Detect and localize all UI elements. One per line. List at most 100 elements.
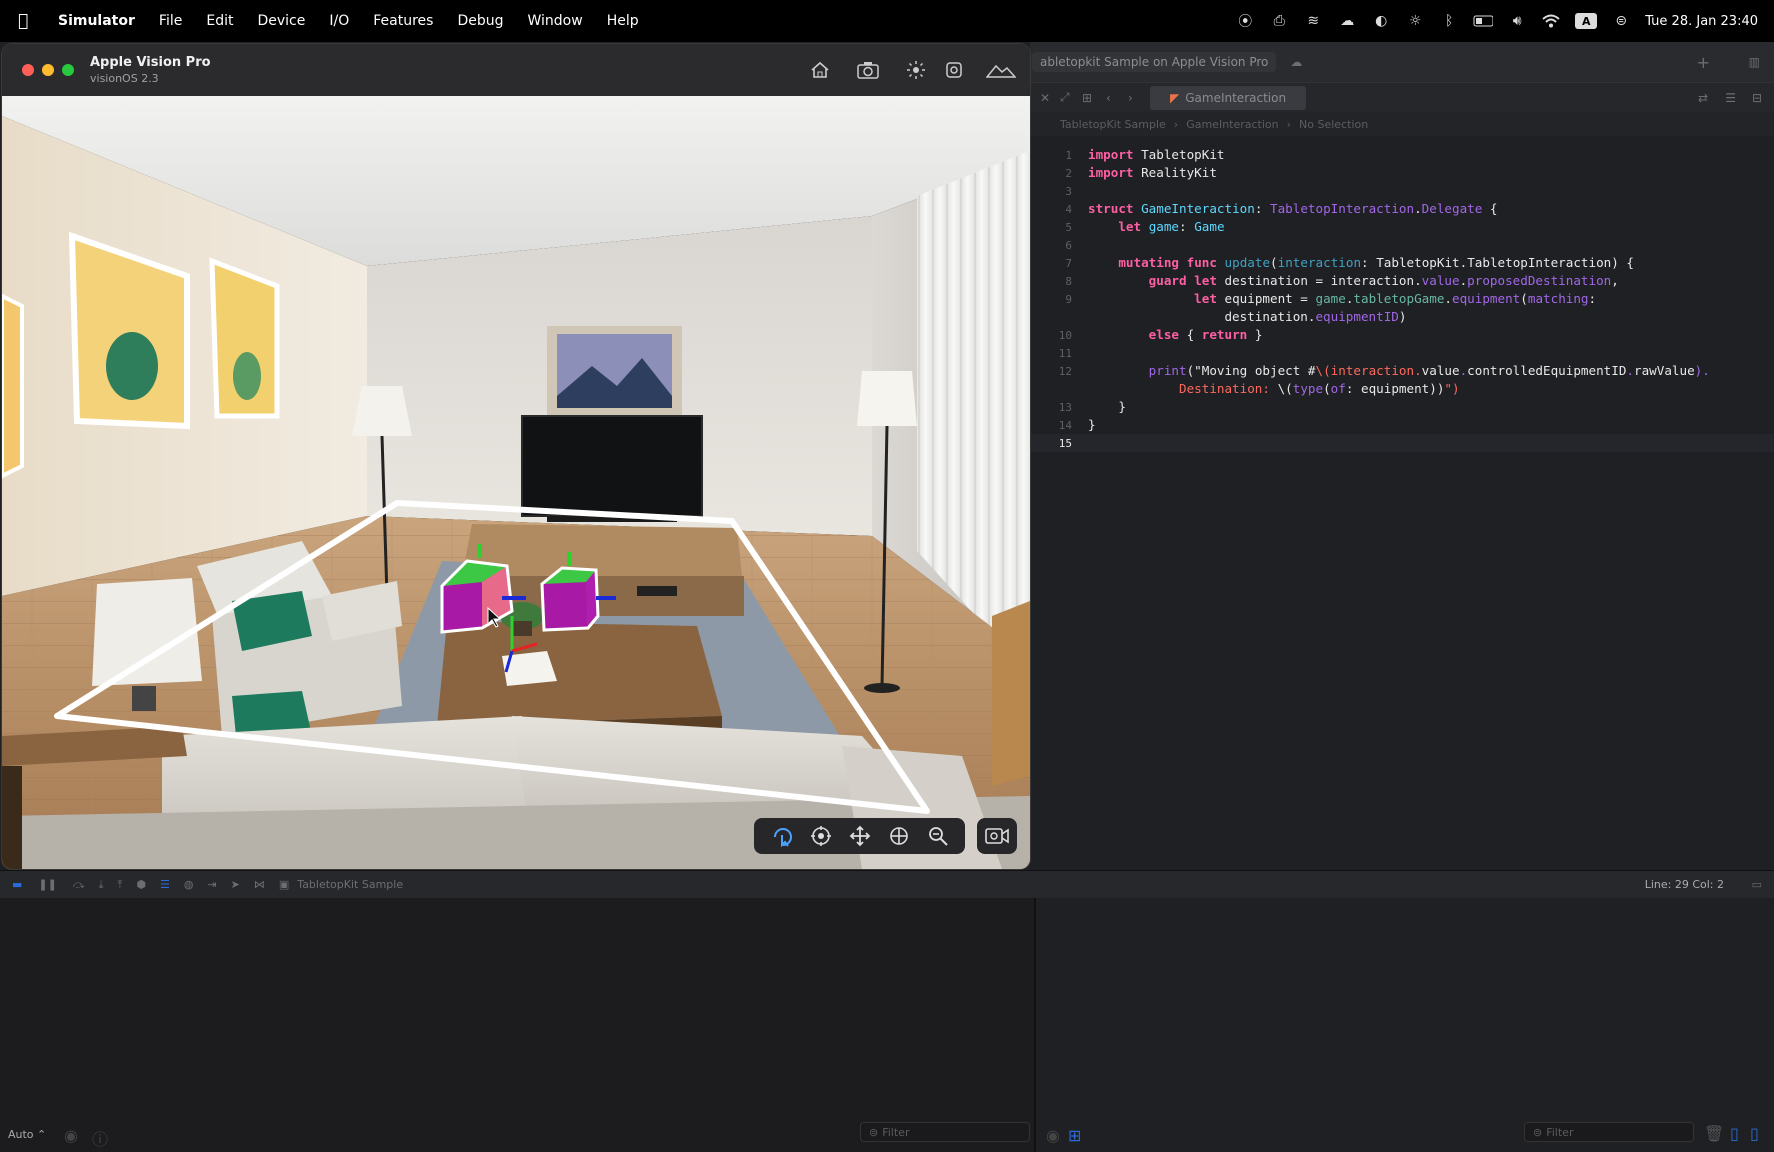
apple-menu-icon[interactable]:  — [18, 11, 44, 31]
code-line[interactable]: 9 let equipment = game.tabletopGame.equi… — [1030, 290, 1774, 308]
code-line[interactable]: 11 — [1030, 344, 1774, 362]
breadcrumb-separator-icon: › — [1286, 117, 1292, 131]
menu-device[interactable]: Device — [257, 13, 305, 29]
code-line[interactable]: 10 else { return } — [1030, 326, 1774, 344]
brightness-icon[interactable]: ☼ — [1405, 12, 1425, 30]
add-tab-icon[interactable]: + — [1697, 53, 1710, 72]
select-tap-icon[interactable] — [769, 823, 795, 849]
editor-options-icon[interactable]: ☰ — [1725, 91, 1736, 105]
code-line-wrap[interactable]: destination.equipmentID) — [1030, 308, 1774, 326]
step-over-icon[interactable]: ⤼ — [73, 878, 85, 892]
code-line-current[interactable]: 15 — [1030, 434, 1774, 452]
trash-icon[interactable]: 🗑︎ — [1704, 1124, 1724, 1143]
console-view[interactable]: ◉ ⊞ ⊜ Filter 🗑︎ ▯ ▯ — [1038, 898, 1774, 1152]
environment-light-icon[interactable] — [904, 58, 928, 82]
inspector-toggle-icon[interactable]: ▥ — [1749, 55, 1760, 69]
menu-file[interactable]: File — [159, 13, 182, 29]
location-icon[interactable]: ➤ — [231, 878, 240, 891]
variables-filter-placeholder: Filter — [882, 1125, 910, 1139]
forward-chevron-icon[interactable]: › — [1128, 91, 1133, 105]
scheme-label: TabletopKit Sample — [297, 878, 404, 891]
cloud-icon[interactable]: ☁ — [1337, 12, 1357, 30]
code-editor[interactable]: 1 import TabletopKit 2 import RealityKit 3… — [1030, 136, 1774, 870]
code-line[interactable]: 14} — [1030, 416, 1774, 434]
menu-app-name[interactable]: Simulator — [58, 13, 135, 29]
code-line[interactable]: 5 let game: Game — [1030, 218, 1774, 236]
menu-clock[interactable]: Tue 28. Jan 23:40 — [1645, 14, 1758, 29]
layers-icon[interactable]: ≋ — [1303, 12, 1323, 30]
memory-graph-icon[interactable]: ◍ — [184, 878, 194, 891]
console-filter[interactable]: ⊜ Filter — [1524, 1122, 1694, 1142]
wifi-icon[interactable] — [1541, 12, 1561, 30]
zoom-window-button[interactable] — [62, 64, 74, 76]
code-line[interactable]: 7 mutating func update(interaction: Tabl… — [1030, 254, 1774, 272]
menu-debug[interactable]: Debug — [457, 13, 503, 29]
view-hierarchy-icon[interactable]: ☰ — [160, 878, 170, 891]
breadcrumb-project[interactable]: TabletopKit Sample — [1060, 118, 1166, 131]
code-line[interactable]: 8 guard let destination = interaction.va… — [1030, 272, 1774, 290]
vision-pro-scene[interactable] — [2, 96, 1030, 869]
menu-window[interactable]: Window — [527, 13, 582, 29]
code-line[interactable]: 3 — [1030, 182, 1774, 200]
code-line[interactable]: 4 struct GameInteraction: TabletopInterac… — [1030, 200, 1774, 218]
menu-features[interactable]: Features — [373, 13, 433, 29]
metal-icon[interactable]: ⋈ — [254, 878, 265, 891]
related-items-icon[interactable]: ⇄ — [1698, 91, 1708, 105]
input-source-badge[interactable]: A — [1575, 13, 1598, 29]
step-in-icon[interactable]: ⤓ — [99, 878, 104, 892]
eye-icon[interactable]: ◉ — [64, 1126, 78, 1145]
console-eye-icon[interactable]: ◉ — [1046, 1126, 1060, 1145]
split-left-icon[interactable]: ▯ — [1730, 1124, 1739, 1143]
screenshot-icon[interactable] — [856, 58, 880, 82]
console-share-icon[interactable]: ⊞ — [1068, 1126, 1081, 1145]
orbit-icon[interactable] — [886, 823, 912, 849]
expand-icon[interactable]: ⤢ — [1060, 90, 1070, 105]
breadcrumb-file[interactable]: GameInteraction — [1186, 118, 1278, 131]
variables-filter[interactable]: ⊜ Filter — [860, 1122, 1030, 1142]
menu-help[interactable]: Help — [607, 13, 639, 29]
bluetooth-icon[interactable]: ᛒ — [1439, 12, 1459, 30]
auto-scope-selector[interactable]: Auto ⌃ — [8, 1128, 46, 1141]
step-out-icon[interactable]: ⤒ — [117, 878, 122, 892]
code-line[interactable]: 6 — [1030, 236, 1774, 254]
breadcrumb-symbol[interactable]: No Selection — [1299, 118, 1368, 131]
look-around-icon[interactable] — [808, 823, 834, 849]
info-icon[interactable]: ⓘ — [92, 1126, 108, 1150]
minimize-window-button[interactable] — [42, 64, 54, 76]
add-editor-icon[interactable]: ⊟ — [1752, 91, 1762, 105]
scene-select-icon[interactable] — [984, 58, 1018, 82]
menu-io[interactable]: I/O — [329, 13, 349, 29]
pan-move-icon[interactable] — [847, 823, 873, 849]
breakpoints-icon[interactable]: ⬢ — [136, 878, 146, 891]
code-line[interactable]: 12 print("Moving object #\(interaction.v… — [1030, 362, 1774, 380]
close-window-button[interactable] — [22, 64, 34, 76]
split-right-icon[interactable]: ▯ — [1750, 1124, 1759, 1143]
debug-toggle-icon[interactable]: ▬ — [12, 878, 22, 891]
record-icon[interactable]: ⦿ — [1235, 12, 1255, 30]
code-line[interactable]: 1 import TabletopKit — [1030, 146, 1774, 164]
scheme-icon: ▣ — [278, 878, 290, 891]
variables-view[interactable]: Auto ⌃ ◉ ⓘ ⊜ Filter — [0, 898, 1036, 1152]
printer-icon[interactable]: ⎙ — [1269, 12, 1289, 30]
display-contrast-icon[interactable]: ◐ — [1371, 12, 1391, 30]
control-center-icon[interactable]: ⊜ — [1611, 12, 1631, 30]
zoom-icon[interactable] — [925, 823, 951, 849]
grid-icon[interactable]: ⊞ — [1082, 91, 1092, 105]
hide-debug-icon[interactable]: ▭ — [1752, 878, 1762, 891]
code-line[interactable]: 2 import RealityKit — [1030, 164, 1774, 182]
tab-gameinteraction[interactable]: ◤ GameInteraction — [1150, 85, 1307, 110]
code-line-wrap[interactable]: Destination: \(type(of: equipment))") — [1030, 380, 1774, 398]
device-icon[interactable] — [942, 58, 966, 82]
battery-icon[interactable] — [1473, 12, 1494, 30]
back-chevron-icon[interactable]: ‹ — [1106, 91, 1111, 105]
home-icon[interactable] — [808, 58, 832, 82]
pause-icon[interactable]: ❚❚ — [38, 878, 56, 891]
code-line[interactable]: 13 } — [1030, 398, 1774, 416]
menu-edit[interactable]: Edit — [206, 13, 233, 29]
mountain-picture — [547, 326, 682, 416]
close-editor-icon[interactable]: ✕ — [1040, 91, 1050, 105]
camera-mode-button[interactable] — [977, 818, 1017, 854]
filter-icon: ⊜ — [869, 1125, 879, 1139]
environment-icon[interactable]: ⇥ — [207, 878, 216, 891]
volume-icon[interactable]: 🔊︎ — [1507, 12, 1527, 30]
